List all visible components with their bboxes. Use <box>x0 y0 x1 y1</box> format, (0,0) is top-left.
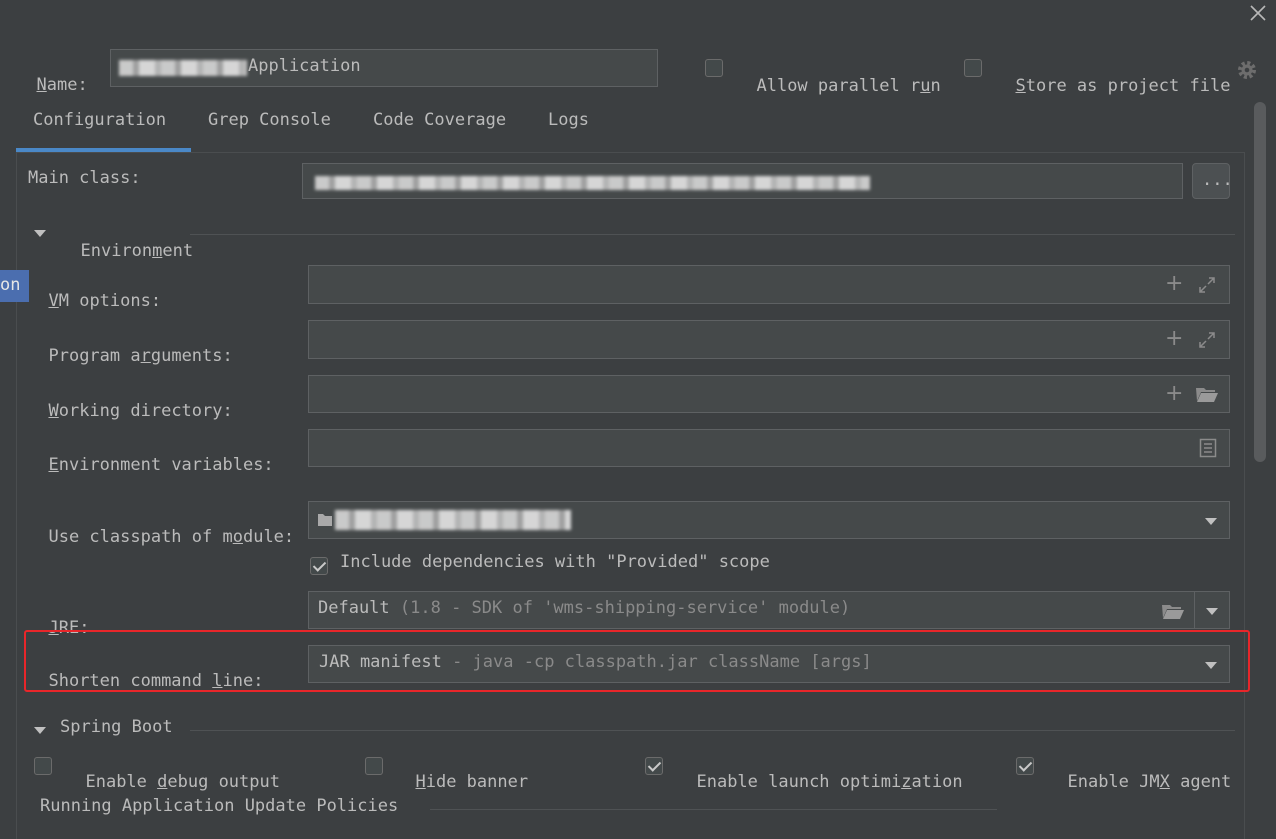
store-as-project-file-label: Store as project file <box>1015 76 1231 96</box>
folder-icon[interactable] <box>1195 385 1219 403</box>
program-arguments-input[interactable]: + <box>308 320 1230 359</box>
close-icon <box>1250 5 1266 21</box>
environment-divider <box>190 234 1235 235</box>
add-icon[interactable]: + <box>1165 383 1183 405</box>
enable-launch-optimization-checkbox[interactable] <box>645 757 663 775</box>
redacted-module <box>335 510 571 530</box>
add-icon[interactable]: + <box>1165 328 1183 350</box>
enable-launch-optimization-label: Enable launch optimization <box>696 772 963 792</box>
spring-boot-divider <box>190 730 1235 731</box>
store-as-project-file-checkbox[interactable] <box>964 59 982 77</box>
include-dependencies-checkbox[interactable] <box>310 557 328 575</box>
shorten-command-line-select[interactable]: JAR manifest - java -cp classpath.jar cl… <box>308 645 1230 683</box>
folder-icon[interactable] <box>1161 602 1185 620</box>
main-class-label: Main class: <box>28 168 141 188</box>
enable-debug-output-checkbox[interactable] <box>34 757 52 775</box>
chevron-down-icon <box>1206 608 1218 615</box>
side-tag: on <box>0 270 29 302</box>
classpath-module-label: Use classpath of module: <box>48 527 295 547</box>
enable-jmx-agent-label: Enable JMX agent <box>1067 772 1232 792</box>
allow-parallel-run-checkbox[interactable] <box>705 59 723 77</box>
classpath-module-select[interactable] <box>308 501 1230 539</box>
gear-button[interactable] <box>1236 59 1258 81</box>
jre-select[interactable]: Default (1.8 - SDK of 'wms-shipping-serv… <box>308 591 1195 629</box>
scrollbar-thumb[interactable] <box>1254 102 1266 462</box>
expand-icon[interactable] <box>1198 331 1216 349</box>
spring-boot-section-title: Spring Boot <box>60 717 173 737</box>
main-class-input[interactable] <box>302 163 1183 199</box>
update-policies-title: Running Application Update Policies <box>40 796 399 816</box>
enable-debug-output-label: Enable debug output <box>85 772 280 792</box>
chevron-down-icon <box>1205 518 1217 525</box>
update-policies-divider <box>430 809 997 810</box>
program-arguments-label: Program arguments: <box>48 346 233 366</box>
include-dependencies-label: Include dependencies with "Provided" sco… <box>340 552 770 572</box>
module-folder-icon <box>318 514 332 526</box>
enable-jmx-agent-checkbox[interactable] <box>1016 757 1034 775</box>
redacted-name <box>119 60 247 76</box>
working-directory-input[interactable]: + <box>308 375 1230 413</box>
hide-banner-label: Hide banner <box>415 772 529 792</box>
name-input[interactable]: Application <box>110 49 658 87</box>
jre-dropdown-button[interactable] <box>1194 591 1230 629</box>
working-directory-label: Working directory: <box>48 401 233 421</box>
tab-logs[interactable]: Logs <box>548 110 589 130</box>
list-icon[interactable] <box>1199 438 1217 458</box>
vm-options-input[interactable]: + <box>308 265 1230 304</box>
hide-banner-checkbox[interactable] <box>365 757 383 775</box>
environment-variables-input[interactable] <box>308 429 1230 467</box>
tab-grep-console[interactable]: Grep Console <box>208 110 331 130</box>
tab-configuration[interactable]: Configuration <box>33 110 166 130</box>
configuration-panel <box>16 152 1245 839</box>
environment-section-title: Environment <box>80 241 194 261</box>
tab-code-coverage[interactable]: Code Coverage <box>373 110 506 130</box>
redacted-main-class <box>315 176 870 190</box>
gear-icon <box>1238 61 1256 79</box>
close-button[interactable] <box>1248 3 1268 23</box>
main-class-browse-button[interactable]: ... <box>1192 163 1233 199</box>
shorten-command-line-label: Shorten command line: <box>48 671 264 691</box>
tab-bar <box>16 100 1246 154</box>
environment-variables-label: Environment variables: <box>48 455 274 475</box>
name-label: Name: <box>36 75 88 95</box>
chevron-down-icon <box>34 727 46 734</box>
chevron-down-icon <box>1205 662 1217 669</box>
add-icon[interactable]: + <box>1165 273 1183 295</box>
vm-options-label: VM options: <box>48 291 162 311</box>
expand-icon[interactable] <box>1198 276 1216 294</box>
chevron-down-icon <box>34 230 46 237</box>
allow-parallel-run-label: Allow parallel run <box>756 76 941 96</box>
